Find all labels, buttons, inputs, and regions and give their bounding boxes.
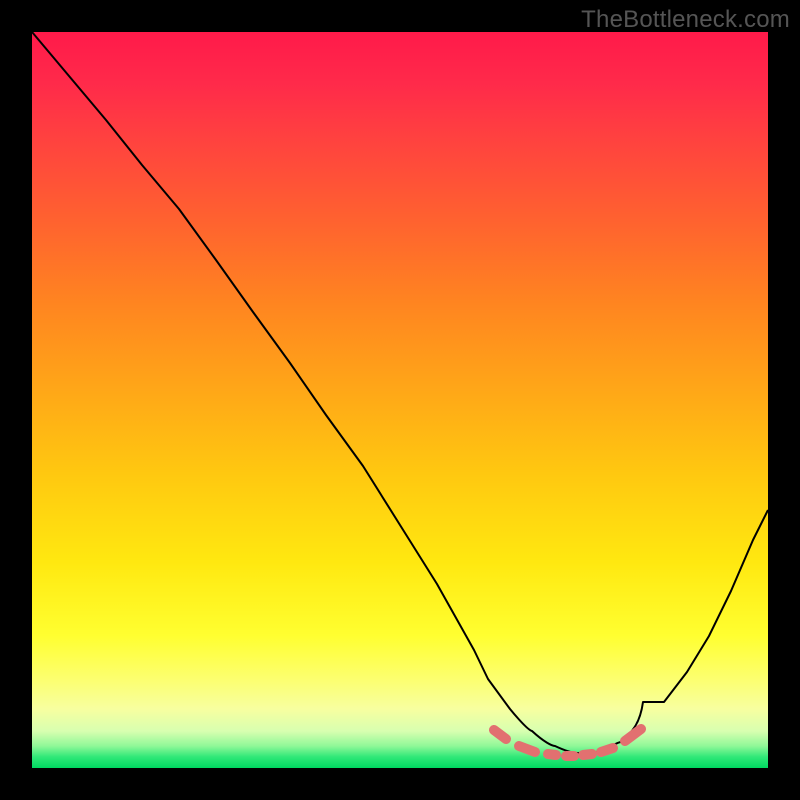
marker-dot [601, 748, 613, 752]
bottleneck-curve [32, 32, 768, 753]
chart-svg [32, 32, 768, 768]
watermark-label: TheBottleneck.com [581, 6, 790, 34]
chart-canvas: TheBottleneck.com [0, 0, 800, 800]
marker-dot [583, 754, 592, 755]
marker-dot [519, 746, 535, 752]
plot-area [32, 32, 768, 768]
marker-dot [548, 754, 556, 755]
marker-dot [625, 729, 641, 741]
marker-dot [494, 730, 506, 739]
